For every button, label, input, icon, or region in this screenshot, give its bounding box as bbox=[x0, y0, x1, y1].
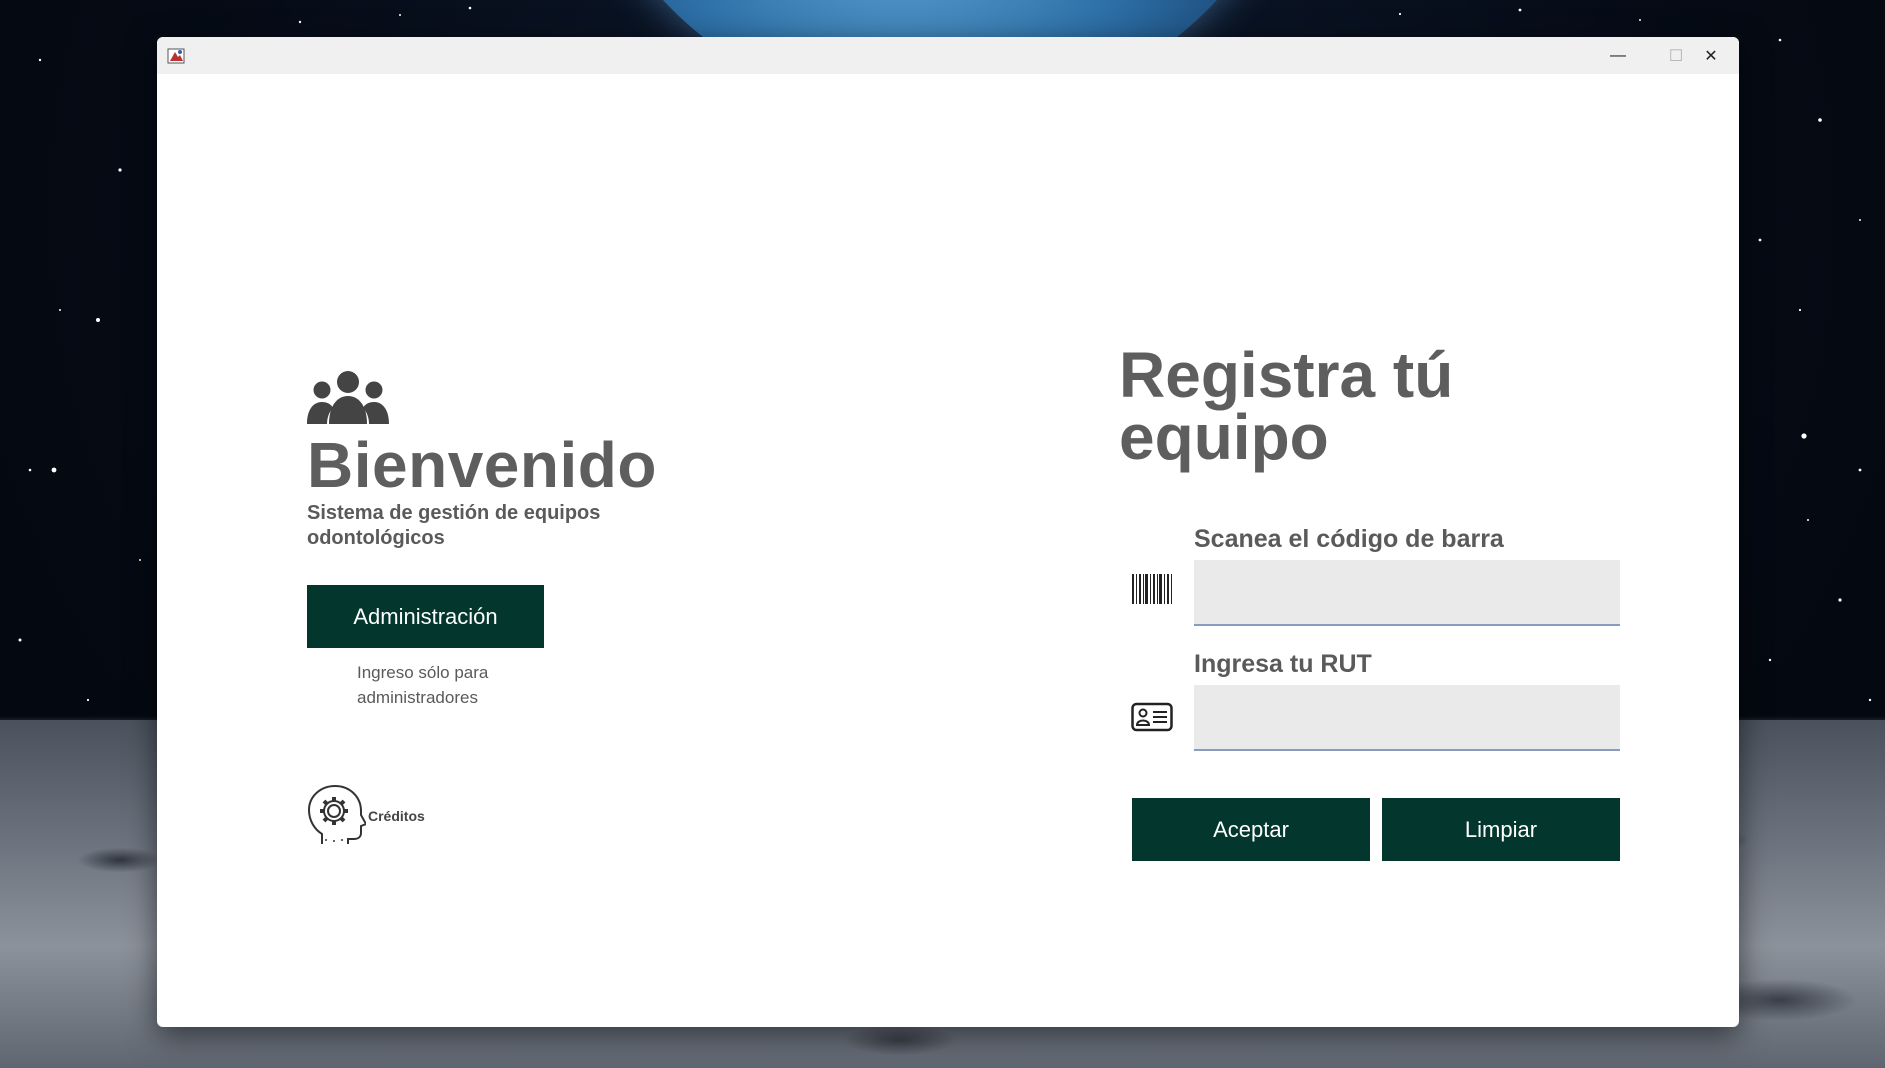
credits-link[interactable]: Créditos bbox=[306, 784, 425, 847]
users-group-icon bbox=[307, 371, 389, 424]
welcome-subtitle: Sistema de gestión de equipos odontológi… bbox=[307, 502, 601, 549]
register-title: Registra tú equipo bbox=[1119, 339, 1454, 473]
clear-button[interactable]: Limpiar bbox=[1382, 798, 1620, 861]
app-window: — ☐ ✕ Bienvenido Sistema de gestión de e… bbox=[157, 37, 1739, 1027]
barcode-icon bbox=[1132, 574, 1172, 604]
rut-label: Ingresa tu RUT bbox=[1194, 650, 1372, 678]
minimize-button[interactable]: — bbox=[1589, 37, 1647, 74]
minimize-icon: — bbox=[1610, 46, 1626, 64]
window-content: Bienvenido Sistema de gestión de equipos… bbox=[157, 74, 1739, 1027]
rut-input[interactable] bbox=[1194, 685, 1620, 751]
barcode-input[interactable] bbox=[1194, 560, 1620, 626]
title-bar[interactable]: — ☐ ✕ bbox=[157, 37, 1739, 74]
admin-note: Ingreso sólo para administradores bbox=[357, 663, 489, 707]
close-icon: ✕ bbox=[1704, 47, 1718, 65]
accept-button[interactable]: Aceptar bbox=[1132, 798, 1370, 861]
credits-label: Créditos bbox=[368, 807, 425, 824]
head-gear-icon bbox=[307, 784, 366, 844]
id-card-icon bbox=[1131, 702, 1173, 732]
admin-button[interactable]: Administración bbox=[307, 585, 544, 648]
welcome-title: Bienvenido bbox=[307, 429, 657, 501]
java-app-icon bbox=[167, 48, 185, 64]
close-button[interactable]: ✕ bbox=[1683, 37, 1739, 74]
barcode-label: Scanea el código de barra bbox=[1194, 525, 1504, 553]
maximize-icon: ☐ bbox=[1668, 47, 1684, 65]
